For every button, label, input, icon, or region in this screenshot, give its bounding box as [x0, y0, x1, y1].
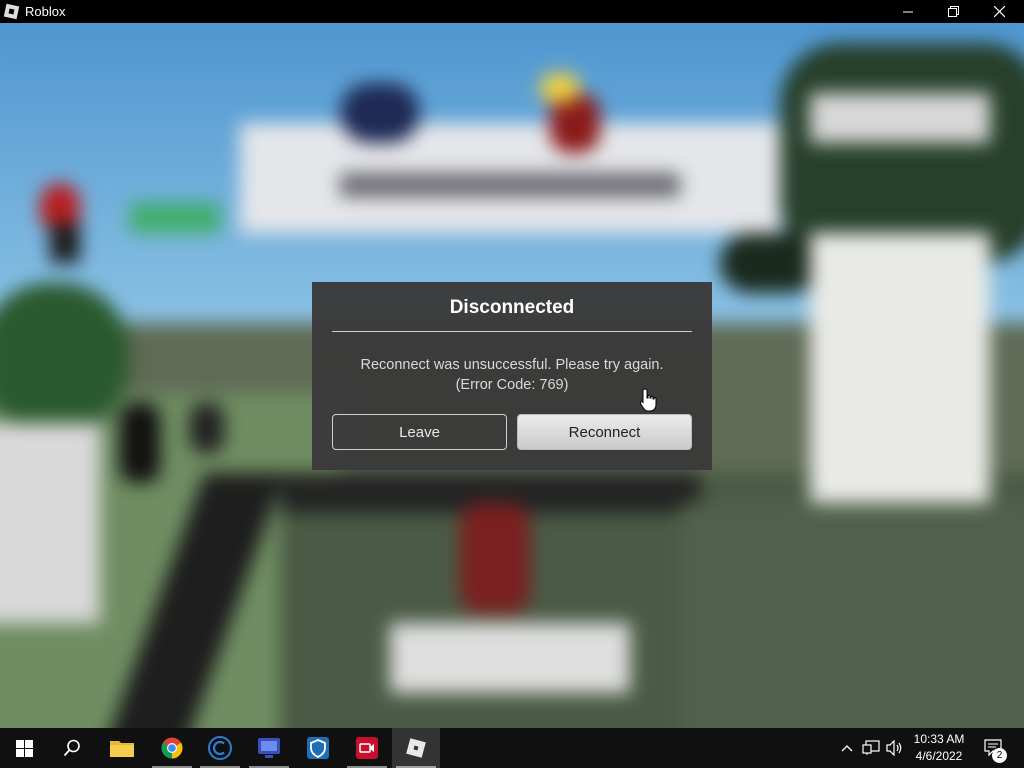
- dialog-message-line-1: Reconnect was unsuccessful. Please try a…: [360, 357, 664, 373]
- dialog-divider: [332, 331, 692, 332]
- taskbar-ccleaner[interactable]: [196, 728, 244, 768]
- taskbar-clock[interactable]: 10:33 AM 4/6/2022: [904, 731, 974, 765]
- search-icon: [63, 739, 80, 757]
- roblox-app-icon: [3, 3, 20, 20]
- ccleaner-icon: [208, 736, 232, 760]
- speaker-icon: [886, 740, 902, 756]
- taskbar-roblox[interactable]: [392, 728, 440, 768]
- taskbar-shield-app[interactable]: [294, 728, 342, 768]
- window-title: Roblox: [25, 4, 66, 19]
- close-button[interactable]: [976, 0, 1022, 23]
- taskbar-file-explorer[interactable]: [98, 728, 146, 768]
- chrome-icon: [161, 737, 183, 759]
- shield-app-icon: [307, 737, 329, 759]
- notification-badge: 2: [992, 748, 1007, 763]
- volume-button[interactable]: [884, 728, 906, 768]
- network-icon: [862, 740, 880, 755]
- close-icon: [993, 6, 1005, 17]
- clock-date: 4/6/2022: [915, 749, 963, 763]
- restore-icon: [947, 6, 959, 17]
- dialog-title: Disconnected: [449, 297, 575, 318]
- reconnect-button[interactable]: Reconnect: [517, 414, 692, 450]
- action-center-button[interactable]: 2: [980, 728, 1008, 768]
- clock-time: 10:33 AM: [913, 732, 965, 746]
- window-title-bar[interactable]: Roblox: [0, 0, 1024, 23]
- desktop-screen: Roblox Disconnected Reconnect was unsucc…: [0, 0, 1024, 768]
- taskbar-chrome[interactable]: [148, 728, 196, 768]
- network-button[interactable]: [860, 728, 882, 768]
- search-button[interactable]: [48, 728, 96, 768]
- leave-button[interactable]: Leave: [332, 414, 507, 450]
- screen-recorder-icon: [356, 737, 378, 759]
- restore-button[interactable]: [930, 0, 976, 23]
- taskbar-screen-recorder[interactable]: [343, 728, 391, 768]
- hand-cursor-icon: [640, 388, 657, 412]
- show-hidden-icons-button[interactable]: [838, 728, 856, 768]
- minimize-icon: [903, 11, 913, 12]
- minimize-button[interactable]: [885, 0, 931, 23]
- chevron-up-icon: [841, 745, 853, 752]
- roblox-icon: [406, 738, 426, 758]
- start-icon: [15, 739, 33, 757]
- taskbar-remote-app[interactable]: [245, 728, 293, 768]
- start-button[interactable]: [0, 728, 48, 768]
- file-explorer-icon: [110, 741, 134, 757]
- remote-app-icon: [258, 738, 280, 758]
- disconnected-dialog: Disconnected Reconnect was unsuccessful.…: [312, 282, 712, 470]
- windows-taskbar: 10:33 AM 4/6/2022 2: [0, 728, 1024, 768]
